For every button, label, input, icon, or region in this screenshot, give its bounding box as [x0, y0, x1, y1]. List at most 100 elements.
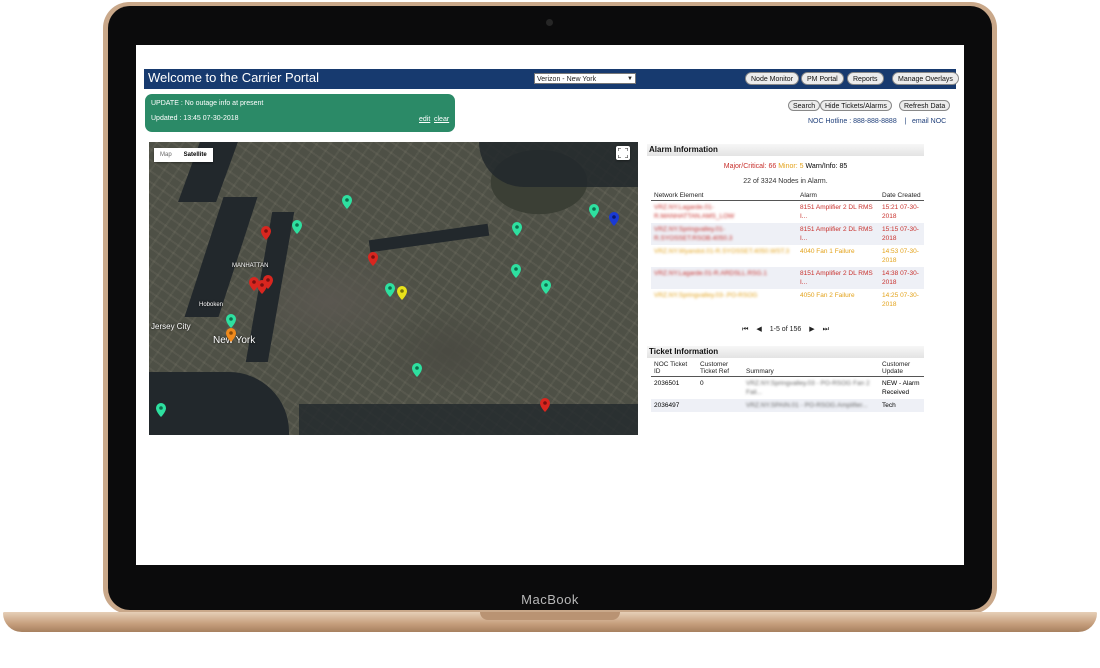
ticket-id-cell: 2036497 — [654, 402, 680, 409]
date-cell: 14:38 07-30-2018 — [882, 270, 919, 286]
hide-tickets-alarms-button[interactable]: Hide Tickets/Alarms — [820, 100, 892, 111]
laptop-notch — [480, 612, 620, 620]
pager-text: 1-5 of 156 — [769, 326, 802, 333]
date-cell: 14:25 07-30-2018 — [882, 292, 919, 308]
warning-pin-icon[interactable] — [397, 286, 407, 300]
column-header-date-created[interactable]: Date Created — [879, 191, 924, 201]
info-node-pin-icon[interactable] — [609, 212, 619, 226]
date-cell: 14:53 07-30-2018 — [882, 248, 919, 264]
ticket-summary-cell: VRZ.NY.Springvalley.03 - PO-RSOG Fan 2 F… — [746, 380, 870, 396]
critical-alarm-pin-icon[interactable] — [368, 252, 378, 266]
update-message: UPDATE : No outage info at present — [151, 100, 264, 107]
satellite-view-tab[interactable]: Satellite — [178, 148, 213, 162]
ticket-ref-cell — [697, 399, 743, 412]
prev-page-icon[interactable]: ◀ — [756, 326, 761, 333]
alarm-pager: ⏮ ◀ 1-5 of 156 ▶ ⏭ — [647, 325, 924, 334]
alarm-cell: 8151 Amplifier 2 DL RMS I... — [800, 226, 873, 242]
river-water — [184, 197, 258, 317]
update-timestamp: Updated : 13:45 07-30-2018 — [151, 115, 239, 122]
column-header-customer-update[interactable]: Customer Update — [879, 360, 924, 377]
table-row[interactable]: VRZ.NY.Lagarde.01-R.ARDSLL.RSG.1 8151 Am… — [651, 267, 924, 289]
node-monitor-button[interactable]: Node Monitor — [745, 72, 800, 85]
table-row[interactable]: VRZ.NY.Wyandot.01-R.SYOSSET.4050.WST.3 4… — [651, 245, 924, 267]
chevron-down-icon: ▼ — [627, 76, 633, 82]
major-critical-count: Major/Critical: 66 — [723, 163, 777, 170]
map-label-hoboken: Hoboken — [199, 302, 224, 308]
update-banner: UPDATE : No outage info at present Updat… — [145, 94, 455, 132]
map-view-tab[interactable]: Map — [154, 148, 178, 162]
table-row[interactable]: VRZ.NY.Springvalley.03-.PO-RSOG 4050 Fan… — [651, 289, 924, 311]
alarm-cell: 8151 Amplifier 2 DL RMS I... — [800, 270, 873, 286]
edit-link[interactable]: edit — [419, 116, 430, 123]
map-label-manhattan: MANHATTAN — [232, 263, 269, 269]
network-element-cell: VRZ.NY.Springvalley.03-.PO-RSOG — [654, 292, 758, 299]
ticket-id-cell: 2036501 — [654, 380, 680, 387]
warn-info-count: Warn/Info: 85 — [805, 163, 848, 170]
region-select[interactable]: Verizon - New York ▼ — [534, 73, 636, 84]
clear-node-pin-icon[interactable] — [412, 363, 422, 377]
table-row[interactable]: VRZ.NY.Springvalley.01-R.SYOSSET.RSOB.40… — [651, 223, 924, 245]
ticket-table: NOC Ticket ID Customer Ticket Ref Summar… — [651, 360, 924, 412]
sound-water — [479, 142, 638, 187]
table-row[interactable]: VRZ.NY.Lagarde.01-R.MANHATTAN.AMS_LOW 81… — [651, 201, 924, 224]
alarm-summary: Major/Critical: 66 Minor: 5 Warn/Info: 8… — [647, 163, 924, 170]
column-header-alarm[interactable]: Alarm — [797, 191, 879, 201]
clear-node-pin-icon[interactable] — [156, 403, 166, 417]
alarm-table: Network Element Alarm Date Created VRZ.N… — [651, 191, 924, 311]
map-type-toggle[interactable]: Map Satellite — [154, 148, 213, 162]
clear-node-pin-icon[interactable] — [226, 314, 236, 328]
search-button[interactable]: Search — [788, 100, 821, 111]
last-page-icon[interactable]: ⏭ — [823, 326, 829, 333]
clear-node-pin-icon[interactable] — [511, 264, 521, 278]
clear-node-pin-icon[interactable] — [589, 204, 599, 218]
clear-node-pin-icon[interactable] — [342, 195, 352, 209]
region-select-value: Verizon - New York — [537, 76, 597, 83]
refresh-data-button[interactable]: Refresh Data — [899, 100, 951, 111]
clear-node-pin-icon[interactable] — [541, 280, 551, 294]
river-water — [368, 223, 490, 253]
next-page-icon[interactable]: ▶ — [809, 326, 814, 333]
clear-link[interactable]: clear — [434, 116, 449, 123]
camera-icon — [546, 19, 553, 26]
alarm-cell: 4050 Fan 2 Failure — [800, 292, 855, 299]
manage-overlays-button[interactable]: Manage Overlays — [892, 72, 959, 85]
critical-alarm-pin-icon[interactable] — [540, 398, 550, 412]
bay-water — [299, 404, 638, 435]
network-element-cell: VRZ.NY.Springvalley.01-R.SYOSSET.RSOB.40… — [654, 226, 733, 242]
critical-alarm-pin-icon[interactable] — [261, 226, 271, 240]
pm-portal-button[interactable]: PM Portal — [801, 72, 844, 85]
date-cell: 15:21 07-30-2018 — [882, 204, 919, 220]
ticket-summary-cell: VRZ.NY.SPAIN.01 - PO-RSOG.Amplifier... — [746, 402, 868, 409]
first-page-icon[interactable]: ⏮ — [742, 326, 748, 333]
portal-screen: Welcome to the Carrier Portal Verizon - … — [136, 45, 964, 565]
alarm-cell: 8151 Amplifier 2 DL RMS I... — [800, 204, 873, 220]
minor-count: Minor: 5 — [778, 163, 804, 170]
noc-hotline: NOC Hotline : 888-888-8888 | — [808, 118, 907, 125]
network-element-cell: VRZ.NY.Lagarde.01-R.MANHATTAN.AMS_LOW — [654, 204, 735, 220]
date-cell: 15:15 07-30-2018 — [882, 226, 919, 242]
customer-update-cell: Tech — [882, 402, 896, 409]
critical-alarm-pin-icon[interactable] — [263, 275, 273, 289]
page-title: Welcome to the Carrier Portal — [148, 70, 319, 85]
harbor-water — [149, 372, 289, 435]
clear-node-pin-icon[interactable] — [292, 220, 302, 234]
table-row[interactable]: 2036501 0 VRZ.NY.Springvalley.03 - PO-RS… — [651, 377, 924, 400]
ticket-info-header: Ticket Information — [647, 346, 924, 358]
column-header-network-element[interactable]: Network Element — [651, 191, 797, 201]
clear-node-pin-icon[interactable] — [512, 222, 522, 236]
ticket-ref-cell: 0 — [700, 380, 704, 387]
column-header-summary[interactable]: Summary — [743, 360, 879, 377]
reports-button[interactable]: Reports — [847, 72, 884, 85]
satellite-map[interactable]: Map Satellite MANHATTAN New York Jersey … — [149, 142, 638, 435]
header-bar: Welcome to the Carrier Portal Verizon - … — [144, 69, 959, 89]
network-element-cell: VRZ.NY.Wyandot.01-R.SYOSSET.4050.WST.3 — [654, 248, 790, 255]
nodes-in-alarm: 22 of 3324 Nodes in Alarm. — [743, 178, 828, 185]
clear-node-pin-icon[interactable] — [385, 283, 395, 297]
minor-alarm-pin-icon[interactable] — [226, 328, 236, 342]
email-noc-link[interactable]: email NOC — [912, 118, 946, 125]
fullscreen-icon — [618, 148, 628, 158]
column-header-customer-ticket-ref[interactable]: Customer Ticket Ref — [697, 360, 743, 377]
table-row[interactable]: 2036497 VRZ.NY.SPAIN.01 - PO-RSOG.Amplif… — [651, 399, 924, 412]
column-header-noc-ticket-id[interactable]: NOC Ticket ID — [651, 360, 697, 377]
fullscreen-button[interactable] — [616, 146, 630, 160]
